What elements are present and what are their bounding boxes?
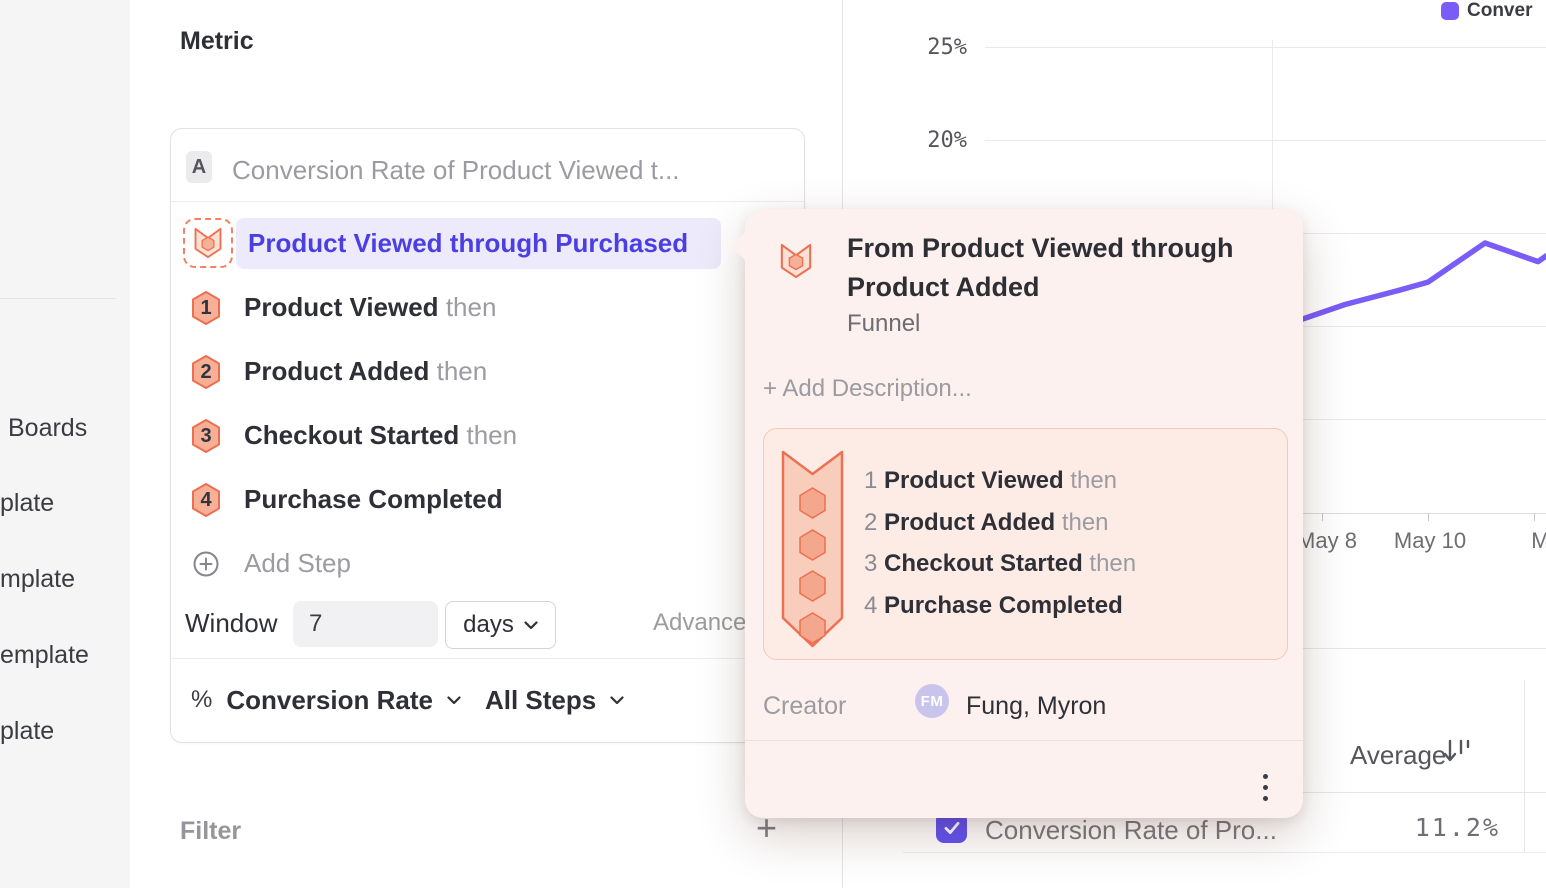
table-row-average-value: 11.2% (1343, 813, 1500, 842)
preview-step-3: 3 Checkout Started then (864, 550, 1136, 578)
left-config-panel: Metric A Conversion Rate of Product View… (130, 0, 843, 888)
percent-icon: % (191, 686, 212, 714)
popover-type-label: Funnel (847, 310, 920, 338)
step-3-badge: 3 (191, 418, 221, 454)
check-icon (941, 817, 963, 839)
chevron-down-icon[interactable] (447, 696, 461, 705)
average-column-header[interactable]: Average (1350, 740, 1446, 771)
sidebar-divider (0, 298, 116, 299)
preview-step-2: 2 Product Added then (864, 509, 1109, 537)
chevron-down-icon[interactable] (610, 696, 624, 705)
step-4-badge: 4 (191, 482, 221, 518)
chevron-down-icon (524, 621, 538, 630)
add-step-button[interactable]: Add Step (244, 548, 351, 579)
add-step-icon[interactable] (193, 551, 219, 582)
step-row-3[interactable]: Checkout Started then (244, 420, 517, 451)
app-root: Boards plate mplate emplate plate Metric… (0, 0, 1546, 888)
add-description-button[interactable]: + Add Description... (763, 375, 972, 403)
sidebar-item-boards[interactable]: Boards (8, 414, 87, 443)
sidebar: Boards plate mplate emplate plate (0, 0, 131, 888)
popover-arrow (730, 231, 746, 261)
preview-step-1: 1 Product Viewed then (864, 467, 1117, 495)
funnel-details-popover: From Product Viewed through Product Adde… (745, 209, 1303, 818)
more-options-kebab-icon[interactable] (1247, 769, 1283, 805)
popover-footer-divider (745, 740, 1303, 741)
preview-step-4: 4 Purchase Completed (864, 592, 1123, 620)
metric-name[interactable]: Conversion Rate of Product Viewed t... (232, 155, 680, 186)
creator-label: Creator (763, 692, 846, 721)
step-row-4[interactable]: Purchase Completed (244, 484, 503, 515)
table-row-border (903, 852, 1546, 853)
measure-type-dropdown[interactable]: Conversion Rate (226, 685, 433, 716)
funnel-shield-icon (779, 242, 813, 285)
sidebar-item-template-2[interactable]: mplate (0, 565, 75, 594)
funnel-preview-card: 1 Product Viewed then 2 Product Added th… (763, 428, 1288, 660)
sort-descending-icon[interactable] (1441, 736, 1475, 766)
creator-name: Fung, Myron (966, 692, 1106, 721)
table-row-label[interactable]: Conversion Rate of Pro... (985, 815, 1277, 846)
sidebar-item-template-4[interactable]: plate (0, 717, 54, 746)
sidebar-item-template-3[interactable]: emplate (0, 641, 89, 670)
metric-section-title: Metric (180, 27, 254, 56)
step-1-badge: 1 (191, 290, 221, 326)
metric-slot-badge: A (186, 151, 212, 183)
window-unit-select[interactable]: days (445, 601, 556, 649)
conversion-line (1273, 243, 1546, 331)
creator-avatar: FM (915, 684, 949, 718)
window-label: Window (185, 608, 277, 639)
table-column-divider (1524, 680, 1525, 853)
filter-section-title: Filter (180, 817, 241, 846)
advanced-button[interactable]: Advanced (653, 609, 760, 637)
selected-event-label: Product Viewed through Purchased (248, 228, 688, 259)
funnel-event-icon-selected[interactable] (183, 218, 233, 268)
selected-event-pill[interactable]: Product Viewed through Purchased (236, 218, 721, 269)
metric-card: A Conversion Rate of Product Viewed t...… (170, 128, 805, 743)
funnel-shield-icon (193, 226, 223, 260)
window-value-input[interactable] (293, 601, 438, 647)
steps-scope-dropdown[interactable]: All Steps (485, 685, 596, 716)
step-row-2[interactable]: Product Added then (244, 356, 487, 387)
step-2-badge: 2 (191, 354, 221, 390)
sidebar-item-template-1[interactable]: plate (0, 489, 54, 518)
funnel-banner-icon (781, 450, 844, 649)
popover-title: From Product Viewed through Product Adde… (847, 229, 1277, 307)
step-row-1[interactable]: Product Viewed then (244, 292, 496, 323)
measurement-footer: % Conversion Rate All Steps (171, 659, 804, 741)
